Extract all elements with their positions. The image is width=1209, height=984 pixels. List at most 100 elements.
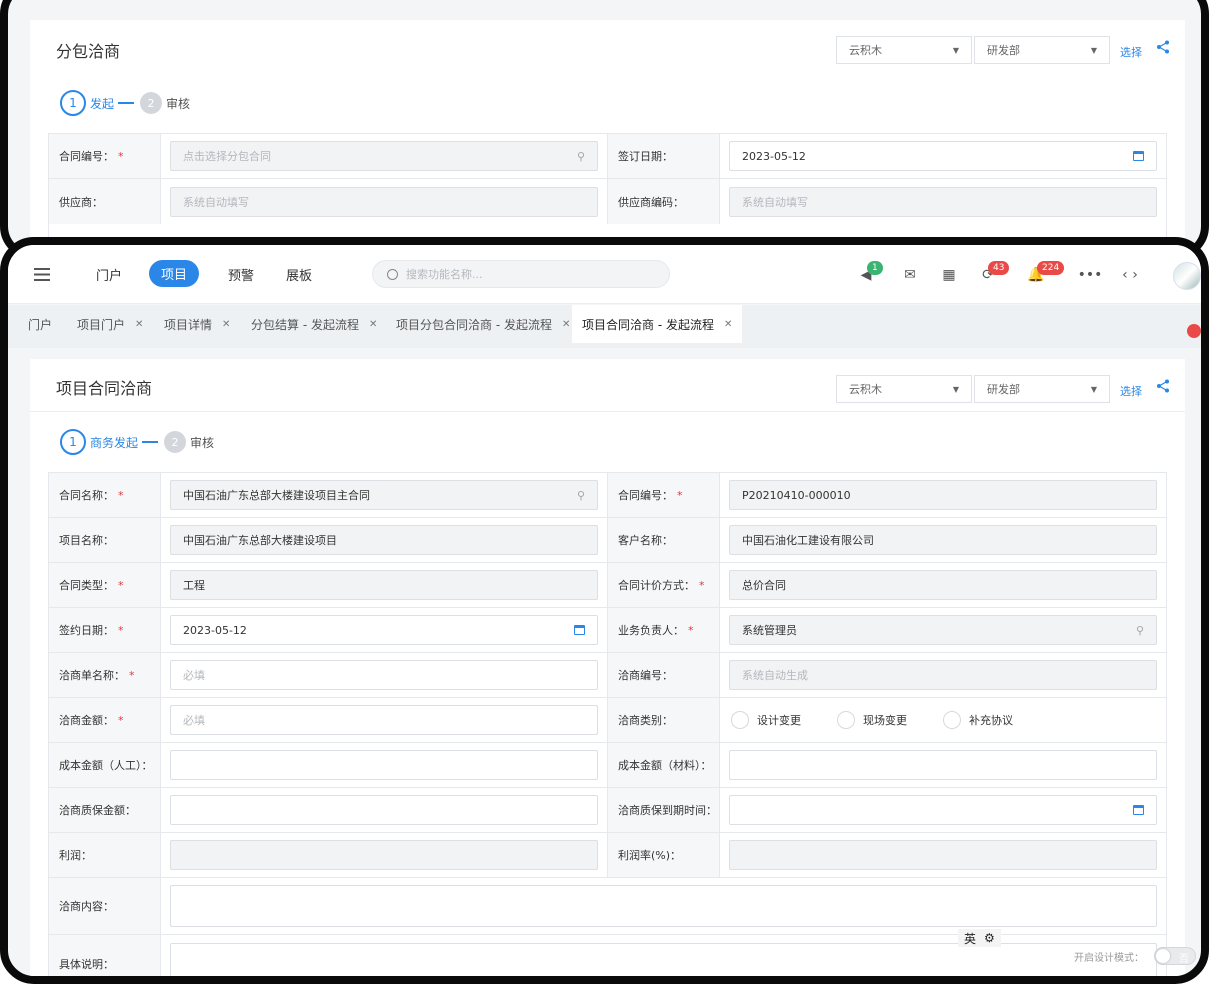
field-cell: 点击选择分包合同 ⚲ <box>161 134 608 178</box>
close-icon[interactable]: ✕ <box>222 319 230 330</box>
floating-dot-icon[interactable] <box>1187 324 1201 338</box>
contract-name-input[interactable]: 中国石油广东总部大楼建设项目主合同 ⚲ <box>170 480 598 510</box>
form-row: 供应商： 系统自动填写 供应商编码： 系统自动填写 <box>49 179 1166 224</box>
profit-rate-input[interactable] <box>729 840 1157 870</box>
field-cell: 系统管理员 ⚲ <box>720 608 1166 652</box>
field-label: 合同计价方式： * <box>608 563 720 607</box>
nav-project[interactable]: 项目 <box>149 260 200 287</box>
bell-badge: 224 <box>1037 261 1065 275</box>
calendar-icon[interactable]: ▦ <box>941 267 957 283</box>
design-mode-control: 开启设计模式： 否 <box>1074 947 1196 965</box>
back-department-select[interactable]: 研发部 ▼ <box>974 36 1110 64</box>
field-label: 合同编号： * <box>49 134 161 178</box>
nav-warning[interactable]: 预警 <box>228 265 254 284</box>
negotiation-name-input[interactable]: 必填 <box>170 660 598 690</box>
tab-project-detail[interactable]: 项目详情 ✕ <box>154 305 240 343</box>
nav-board[interactable]: 展板 <box>286 265 312 284</box>
negotiation-content-textarea[interactable] <box>170 885 1157 927</box>
mail-icon[interactable]: ✉ <box>902 267 918 283</box>
form-row: 洽商金额： * 必填 洽商类别： 设计变更 现场变更 补充协议 <box>49 698 1166 743</box>
more-icon[interactable]: ••• <box>1078 267 1103 283</box>
back-department-value: 研发部 <box>987 44 1020 57</box>
close-icon[interactable]: ✕ <box>135 319 143 330</box>
department-select[interactable]: 研发部 ▼ <box>974 375 1110 403</box>
menu-icon[interactable] <box>34 268 50 281</box>
contract-type-input[interactable]: 工程 <box>170 570 598 600</box>
tab-project-portal[interactable]: 项目门户 ✕ <box>67 305 153 343</box>
field-cell: 必填 <box>161 698 608 742</box>
deposit-amount-input[interactable] <box>170 795 598 825</box>
nav-portal[interactable]: 门户 <box>96 265 122 284</box>
back-contract-no-input[interactable]: 点击选择分包合同 ⚲ <box>170 141 598 171</box>
cost-material-input[interactable] <box>729 750 1157 780</box>
back-supplier-input[interactable]: 系统自动填写 <box>170 186 598 217</box>
negotiation-form: 合同名称： * 中国石油广东总部大楼建设项目主合同 ⚲ 合同编号： * P202104… <box>48 472 1167 976</box>
field-label: 具体说明： <box>49 935 161 976</box>
ime-indicator[interactable]: 英 ⚙ <box>958 929 1001 947</box>
field-cell <box>161 743 608 787</box>
function-search-input[interactable]: 搜索功能名称... <box>372 260 670 288</box>
ime-label: 英 <box>964 931 977 946</box>
field-cell: 工程 <box>161 563 608 607</box>
negotiation-amount-input[interactable]: 必填 <box>170 705 598 735</box>
back-supplier-code-input[interactable]: 系统自动填写 <box>729 186 1157 217</box>
tab-portal[interactable]: 门户 <box>18 305 62 343</box>
step-1-indicator: 1 <box>60 429 86 455</box>
field-label: 洽商内容： <box>49 878 161 934</box>
chevron-down-icon: ▼ <box>952 45 959 55</box>
sign-date-input[interactable]: 2023-05-12 <box>170 615 598 645</box>
tab-subcontract-settlement[interactable]: 分包结算 - 发起流程 ✕ <box>241 305 387 343</box>
field-cell: 必填 <box>161 653 608 697</box>
field-label: 合同名称： * <box>49 473 161 517</box>
back-steps: 1 发起 2 审核 <box>60 90 194 116</box>
owner-input[interactable]: 系统管理员 ⚲ <box>729 615 1157 645</box>
field-cell <box>161 833 608 877</box>
field-cell <box>161 788 608 832</box>
gear-icon[interactable]: ⚙ <box>984 931 995 945</box>
customer-name-input[interactable]: 中国石油化工建设有限公司 <box>729 525 1157 555</box>
select-link[interactable]: 选择 <box>1120 383 1142 399</box>
chevron-down-icon: ▼ <box>1090 384 1097 394</box>
field-cell: 中国石油化工建设有限公司 <box>720 518 1166 562</box>
radio-circle-icon <box>943 711 961 729</box>
back-select-link[interactable]: 选择 <box>1120 44 1142 60</box>
back-company-select[interactable]: 云积木 ▼ <box>836 36 972 64</box>
close-icon[interactable]: ✕ <box>369 319 377 330</box>
field-cell: 2023-05-12 <box>720 134 1166 178</box>
radio-site-change[interactable]: 现场变更 <box>837 711 907 729</box>
step-connector <box>118 102 135 104</box>
field-label: 供应商编码： <box>608 179 720 224</box>
negotiation-no-input[interactable]: 系统自动生成 <box>729 660 1157 690</box>
radio-design-change[interactable]: 设计变更 <box>731 711 801 729</box>
field-cell: 总价合同 <box>720 563 1166 607</box>
tab-contract-negotiation[interactable]: 项目合同洽商 - 发起流程 ✕ <box>572 305 743 343</box>
close-icon[interactable]: ✕ <box>562 319 570 330</box>
back-page-title: 分包洽商 <box>56 42 121 61</box>
design-mode-toggle[interactable]: 否 <box>1154 947 1196 965</box>
cost-labor-input[interactable] <box>170 750 598 780</box>
design-mode-label: 开启设计模式： <box>1074 952 1144 964</box>
profit-input[interactable] <box>170 840 598 870</box>
project-name-input[interactable]: 中国石油广东总部大楼建设项目 <box>170 525 598 555</box>
avatar[interactable] <box>1173 262 1201 290</box>
share-icon[interactable] <box>1156 40 1170 54</box>
deposit-due-date-input[interactable] <box>729 795 1157 825</box>
search-placeholder: 搜索功能名称... <box>406 268 483 281</box>
step-1-label: 发起 <box>90 96 115 111</box>
share-icon[interactable] <box>1156 379 1170 393</box>
form-row: 洽商内容： <box>49 878 1166 935</box>
radio-supplement[interactable]: 补充协议 <box>943 711 1013 729</box>
pricing-method-input[interactable]: 总价合同 <box>729 570 1157 600</box>
field-cell: 中国石油广东总部大楼建设项目主合同 ⚲ <box>161 473 608 517</box>
detail-textarea[interactable] <box>170 943 1157 976</box>
code-icon[interactable]: ‹ › <box>1122 267 1138 283</box>
company-select[interactable]: 云积木 ▼ <box>836 375 972 403</box>
negotiation-type-radio-group: 设计变更 现场变更 补充协议 <box>729 711 1013 729</box>
back-sign-date-input[interactable]: 2023-05-12 <box>729 141 1157 171</box>
department-value: 研发部 <box>987 383 1020 396</box>
close-icon[interactable]: ✕ <box>724 319 732 330</box>
tab-sub-negotiation[interactable]: 项目分包合同洽商 - 发起流程 ✕ <box>386 305 580 343</box>
tab-bar: 门户 项目门户 ✕ 项目详情 ✕ 分包结算 - 发起流程 ✕ 项目分包合同洽商 - 发… <box>8 305 1201 348</box>
step-2-label: 审核 <box>190 435 215 450</box>
contract-no-input[interactable]: P20210410-000010 <box>729 480 1157 510</box>
